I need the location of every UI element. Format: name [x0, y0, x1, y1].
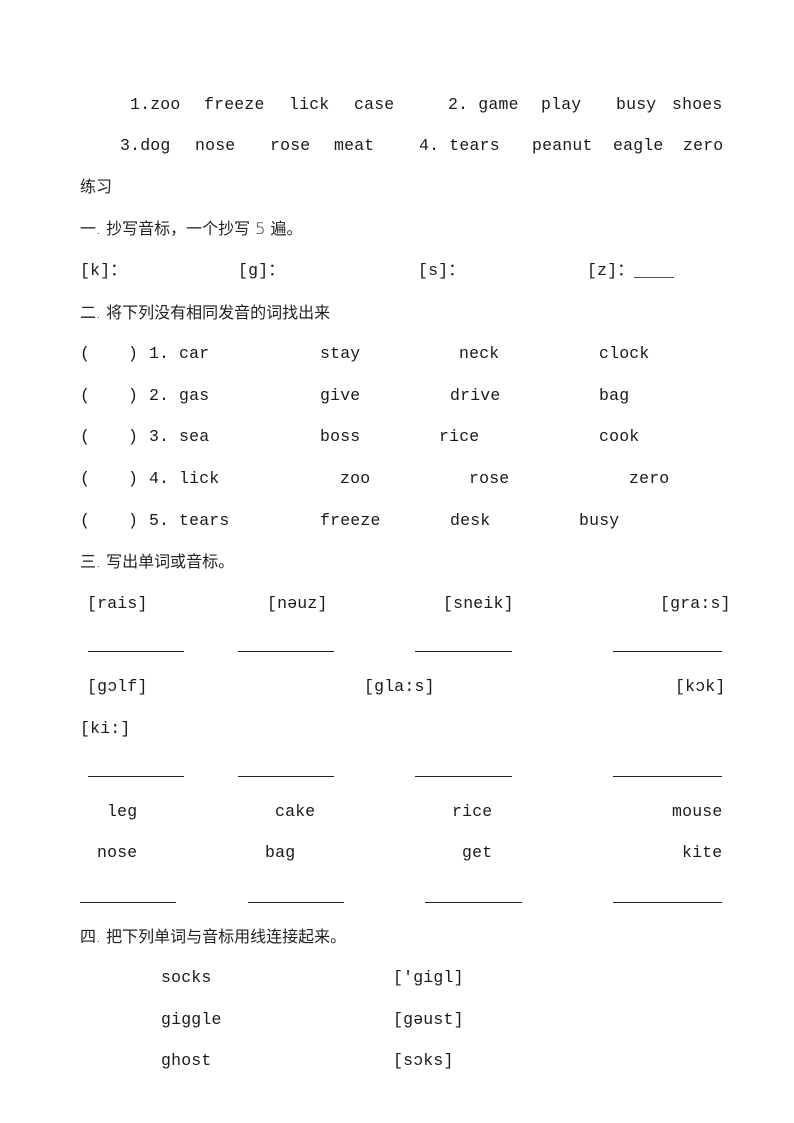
question-number: 5. [149, 511, 170, 530]
answer-paren-close: ) [128, 511, 139, 530]
phonetic-copy-s: [s]： [418, 261, 466, 280]
phonetic-prompt: [gɔlf] [87, 677, 148, 696]
question-number: 4. [149, 469, 170, 488]
option-word: busy [579, 511, 620, 530]
intro-word: peanut [532, 136, 593, 155]
answer-line[interactable] [613, 902, 722, 903]
intro-word: busy [616, 95, 657, 114]
question-number: 3. [149, 427, 170, 446]
phonetic-prompt: [rais] [87, 594, 148, 613]
phonetic-prompt: [gla:s] [364, 677, 435, 696]
option-word: zoo [340, 469, 371, 488]
option-word: boss [320, 427, 361, 446]
phonetic-prompt: [ki:] [80, 719, 131, 738]
option-word: zero [629, 469, 670, 488]
section4-title: 四. 把下列单词与音标用线连接起来。 [80, 927, 347, 946]
phonetic-prompt: [kɔk] [675, 677, 726, 696]
answer-line[interactable] [415, 776, 512, 777]
answer-line[interactable] [613, 776, 722, 777]
intro-word: case [354, 95, 395, 114]
match-word-giggle[interactable]: giggle [161, 1010, 222, 1030]
intro-word: lick [289, 95, 330, 114]
intro-word: meat [334, 136, 375, 155]
question-number: 2. [149, 386, 170, 405]
match-phonetic[interactable]: [sɔks] [393, 1051, 454, 1071]
option-word: tears [179, 511, 230, 530]
intro-group3-label: 3.dog [120, 136, 171, 155]
answer-paren-open[interactable]: ( [80, 344, 90, 364]
answer-paren-close: ) [128, 344, 139, 363]
option-word: gas [179, 386, 210, 405]
option-word: clock [599, 344, 650, 363]
phonetic-copy-k: [k]： [80, 261, 128, 280]
phonetic-prompt: [sneik] [443, 594, 514, 613]
word-prompt: bag [265, 843, 296, 862]
answer-paren-close: ) [128, 469, 139, 488]
option-word: sea [179, 427, 210, 446]
practice-heading: 练习 [80, 177, 113, 196]
option-word: stay [320, 344, 361, 363]
word-prompt: kite [682, 843, 723, 862]
answer-line[interactable] [613, 651, 722, 652]
word-prompt: rice [452, 802, 493, 821]
intro-word: rose [270, 136, 311, 155]
intro-word: eagle [613, 136, 664, 155]
intro-word: freeze [204, 95, 265, 114]
phonetic-prompt: [nəuz] [267, 594, 328, 613]
answer-paren-open[interactable]: ( [80, 386, 90, 406]
answer-line[interactable] [88, 776, 184, 777]
answer-paren-close: ) [128, 427, 139, 446]
intro-word: shoes [672, 95, 723, 114]
section3-title: 三. 写出单词或音标。 [80, 552, 235, 571]
answer-line[interactable] [80, 902, 176, 903]
answer-paren-close: ) [128, 386, 139, 405]
option-word: rice [439, 427, 480, 446]
section2-title: 二. 将下列没有相同发音的词找出来 [80, 303, 331, 322]
word-prompt: mouse [672, 802, 723, 821]
option-word: neck [459, 344, 500, 363]
phonetic-copy-z: [z]： [587, 261, 635, 280]
word-prompt: nose [97, 843, 138, 862]
option-word: car [179, 344, 210, 363]
option-word: lick [179, 469, 220, 488]
answer-paren-open[interactable]: ( [80, 469, 90, 489]
match-phonetic[interactable]: [gəust] [393, 1010, 464, 1030]
option-word: give [320, 386, 361, 405]
intro-group4-label: 4. tears [419, 136, 500, 155]
answer-line[interactable] [425, 902, 522, 903]
intro-group2-label: 2. game [448, 95, 519, 114]
match-phonetic[interactable]: ['gigl] [393, 968, 464, 988]
word-prompt: leg [107, 802, 138, 821]
intro-word: zero [683, 136, 724, 155]
answer-line[interactable] [88, 651, 184, 652]
question-number: 1. [149, 344, 170, 363]
section1-title: 一. 抄写音标，一个抄写 5 遍。 [80, 219, 303, 238]
answer-line[interactable] [248, 902, 344, 903]
option-word: bag [599, 386, 630, 405]
answer-line[interactable] [415, 651, 512, 652]
intro-word: nose [195, 136, 236, 155]
match-word-socks[interactable]: socks [161, 968, 212, 988]
intro-group1-label: 1.zoo [130, 95, 181, 114]
answer-paren-open[interactable]: ( [80, 511, 90, 531]
match-word-ghost[interactable]: ghost [161, 1051, 212, 1071]
answer-paren-open[interactable]: ( [80, 427, 90, 447]
word-prompt: cake [275, 802, 316, 821]
option-word: cook [599, 427, 640, 446]
phonetic-prompt: [gra:s] [660, 594, 731, 613]
answer-line[interactable] [238, 776, 334, 777]
option-word: rose [469, 469, 510, 488]
answer-blank[interactable]: ____ [634, 262, 674, 282]
phonetic-copy-g: [g]： [238, 261, 286, 280]
intro-word: play [541, 95, 582, 114]
option-word: desk [450, 511, 491, 530]
answer-line[interactable] [238, 651, 334, 652]
word-prompt: get [462, 843, 493, 862]
option-word: drive [450, 386, 501, 405]
option-word: freeze [320, 511, 381, 530]
